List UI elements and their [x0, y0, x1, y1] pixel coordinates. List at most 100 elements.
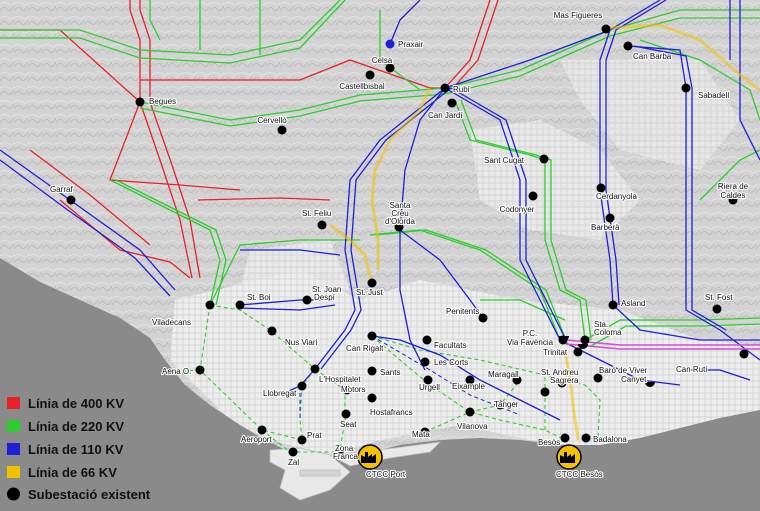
- substation-aeroport: [257, 425, 267, 435]
- label-pc: P.C.: [523, 329, 538, 338]
- substation-les-corts: [420, 357, 430, 367]
- substation-badalona: [581, 433, 591, 443]
- substation-facultats: [422, 335, 432, 345]
- substation-garraf: [66, 195, 76, 205]
- substation-barbera: [605, 213, 615, 223]
- legend-label-110kv: Línia de 110 KV: [28, 442, 124, 457]
- label-codonyer: Codonyer: [500, 205, 535, 214]
- label-prat: Prat: [307, 431, 322, 440]
- label-mata: Mata: [412, 430, 430, 439]
- substation-codonyer: [528, 191, 538, 201]
- label-st-fost: St. Fost: [705, 293, 733, 302]
- substation-can-ruti: [739, 349, 749, 359]
- label-tanger: Tanger: [494, 400, 519, 409]
- substation-aena-o: [195, 365, 205, 375]
- label-maragall: Maragall: [488, 370, 519, 379]
- label-st-feliu: St. Feliu: [302, 209, 331, 218]
- ctcc-besos-icon: [556, 444, 582, 470]
- label-hostafrancs: Hostafrancs: [370, 408, 413, 417]
- legend-swatch-substation: [7, 487, 20, 501]
- label-trinitat: Trinitat: [543, 348, 568, 357]
- label-aeroport: Aeroport: [241, 435, 272, 444]
- legend-label-66kv: Línia de 66 KV: [28, 465, 117, 480]
- label-motors: Motors: [341, 385, 365, 394]
- label-can-barba: Can Barba: [633, 52, 672, 61]
- label-cervello: Cervelló: [257, 116, 287, 125]
- substation-st-boi: [235, 300, 245, 310]
- substation-praxair: [385, 39, 395, 49]
- label-penitents: Penitents: [446, 307, 479, 316]
- label-coloma: Coloma: [594, 328, 622, 337]
- label-vilanova: Vilanova: [457, 422, 488, 431]
- label-can-rigalt: Can Rigalt: [346, 344, 384, 353]
- label-nus-viari: Nus Viari: [285, 338, 318, 347]
- substation-asland: [608, 300, 618, 310]
- label-castellbisbal: Castellbisbal: [339, 82, 385, 91]
- label-dolorda: d'Olorda: [385, 217, 416, 226]
- label-besos: Besòs: [538, 438, 560, 447]
- label-llobregat: Llobregat: [263, 389, 297, 398]
- label-seat: Seat: [340, 420, 357, 429]
- label-st-boi: St. Boi: [247, 293, 271, 302]
- substation-prat: [297, 435, 307, 445]
- label-sant-cugat: Sant Cugat: [484, 156, 525, 165]
- label-franca: Franca: [333, 452, 358, 461]
- substation-st-fost: [712, 304, 722, 314]
- label-badalona: Badalona: [593, 435, 627, 444]
- label-sabadell: Sabadell: [698, 91, 729, 100]
- legend-swatch-66kv: [7, 466, 20, 478]
- label-praxair: Praxair: [398, 40, 424, 49]
- label-celsa: Celsa: [372, 56, 393, 65]
- substation-nus-viari: [267, 326, 277, 336]
- substation-sagrera: [540, 387, 550, 397]
- label-begues: Begues: [149, 97, 176, 106]
- substation-begues: [135, 97, 145, 107]
- substation-st-feliu: [317, 220, 327, 230]
- legend-swatch-220kv: [7, 420, 20, 432]
- substation-can-barba: [623, 41, 633, 51]
- substation-rubi: [440, 83, 450, 93]
- substation-sants: [367, 366, 377, 376]
- label-facultats: Facultats: [434, 341, 466, 350]
- label-rubi: Rubí: [453, 85, 471, 94]
- label-sagrera: Sagrera: [550, 376, 579, 385]
- label-viladecans: Viladecans: [152, 318, 191, 327]
- label-eixample: Eixample: [452, 382, 485, 391]
- substation-viladecans-north: [205, 300, 215, 310]
- substation-sant-cugat: [539, 154, 549, 164]
- legend-swatch-400kv: [7, 397, 20, 409]
- substation-hostafrancs: [367, 393, 377, 403]
- label-barbera: Barberà: [591, 223, 620, 232]
- substation-sta-coloma: [580, 335, 590, 345]
- label-asland: Asland: [621, 299, 645, 308]
- substation-mas-figueres: [601, 24, 611, 34]
- label-lhospitalet: L'Hospitalet: [319, 375, 361, 384]
- label-ctcc-besos: CTCC Besòs: [556, 470, 603, 479]
- label-cerdanyola: Cerdanyola: [596, 192, 637, 201]
- substation-st-joan-despi: [302, 295, 312, 305]
- legend-label-substation: Subestació existent: [28, 487, 151, 502]
- legend-label-400kv: Línia de 400 KV: [28, 396, 124, 411]
- substation-can-rigalt: [367, 331, 377, 341]
- label-can-ruti: Can Ruti: [676, 365, 707, 374]
- substation-seat: [341, 409, 351, 419]
- label-st-just: St. Just: [356, 288, 383, 297]
- substation-trinitat: [573, 347, 583, 357]
- label-riera-de: Riera de: [718, 182, 749, 191]
- label-garraf: Garraf: [50, 185, 73, 194]
- substation-llobregat: [297, 381, 307, 391]
- substation-penitents: [478, 313, 488, 323]
- substation-zal: [288, 447, 298, 457]
- label-caldes: Caldes: [721, 191, 746, 200]
- substation-lhospitalet: [310, 364, 320, 374]
- label-despi: Despí: [314, 293, 336, 302]
- label-zal: Zal: [288, 458, 299, 467]
- substation-cervello: [277, 125, 287, 135]
- label-baro-de-viver: Baró de Viver: [599, 366, 648, 375]
- label-canyet: Canyet: [621, 375, 647, 384]
- substation-sabadell: [681, 83, 691, 93]
- legend-label-220kv: Línia de 220 KV: [28, 419, 124, 434]
- label-urgell: Urgell: [419, 383, 440, 392]
- substation-can-jardi: [447, 98, 457, 108]
- map-canvas: Mas Figueres Praxair Can Barba Celsa Cas…: [0, 0, 760, 511]
